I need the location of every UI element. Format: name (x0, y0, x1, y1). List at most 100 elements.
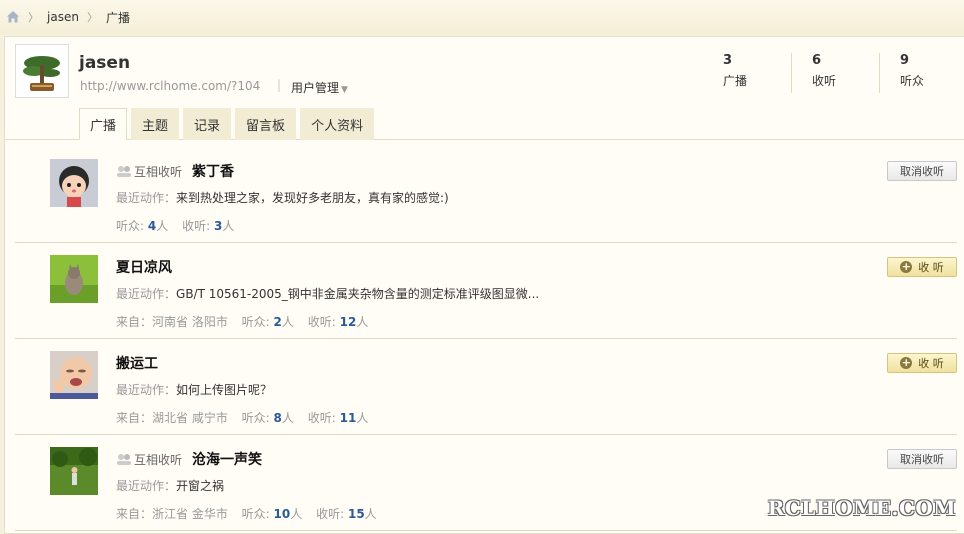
recent-action: 最近动作：开窗之祸 (116, 477, 224, 494)
unit-label: 人 (281, 315, 294, 329)
list-item: 搬运工 最近动作：如何上传图片呢？ 来自：湖北省 咸宁市 听众: 8人 收听: … (15, 339, 957, 435)
list-item: 互相收听 紫丁香 最近动作：来到热处理之家，发现好多老朋友，真有家的感觉:) 听… (15, 147, 957, 243)
user-name-link[interactable]: 夏日凉风 (116, 257, 172, 277)
recent-action-text[interactable]: 来到热处理之家，发现好多老朋友，真有家的感觉:) (176, 191, 449, 205)
profile-name: jasen (79, 53, 131, 73)
stat-following-count: 6 (812, 53, 822, 68)
user-name-link[interactable]: 搬运工 (116, 353, 158, 373)
user-manage-label: 用户管理 (291, 81, 340, 95)
following-label: 收听: (307, 315, 336, 329)
follow-button[interactable]: + 收 听 (887, 353, 957, 373)
following-count[interactable]: 15 (348, 507, 365, 521)
recent-action-label: 最近动作： (116, 287, 177, 301)
unfollow-button[interactable]: 取消收听 (887, 449, 957, 469)
user-manage-dropdown[interactable]: 用户管理 ▼ (291, 79, 348, 96)
following-count[interactable]: 11 (340, 411, 357, 425)
profile-tabs: 广播 主题 记录 留言板 个人资料 (79, 108, 378, 140)
user-meta: 来自：河南省 洛阳市 听众: 2人 收听: 12人 (116, 313, 368, 330)
tab-broadcast[interactable]: 广播 (79, 108, 128, 140)
unit-label: 人 (356, 315, 369, 329)
user-meta: 来自：浙江省 金华市 听众: 10人 收听: 15人 (116, 505, 377, 522)
avatar[interactable] (50, 255, 98, 303)
watermark: RCLHOME.COM (767, 496, 956, 520)
following-label: 收听: (316, 507, 345, 521)
chevron-right-icon: 〉 (86, 11, 98, 24)
cat-avatar-image (50, 255, 98, 303)
follow-button-label: 收 听 (918, 357, 944, 370)
from-label: 来自： (116, 315, 153, 329)
name-line: 搬运工 (116, 353, 158, 373)
unit-label: 人 (356, 411, 369, 425)
from-location: 河南省 洛阳市 (152, 315, 228, 329)
from-location: 浙江省 金华市 (152, 507, 228, 521)
unfollow-button[interactable]: 取消收听 (887, 161, 957, 181)
unit-label: 人 (222, 219, 235, 233)
listeners-count[interactable]: 10 (274, 507, 291, 521)
profile-url[interactable]: http://www.rclhome.com/?104 (80, 79, 260, 93)
recent-action: 最近动作：如何上传图片呢？ (116, 381, 272, 398)
recent-action-text[interactable]: 如何上传图片呢？ (176, 383, 272, 397)
following-count[interactable]: 12 (340, 315, 357, 329)
profile-panel: jasen http://www.rclhome.com/?104 | 用户管理… (4, 36, 964, 534)
user-name-link[interactable]: 沧海一声笑 (192, 449, 262, 469)
unit-label: 人 (364, 507, 377, 521)
avatar[interactable] (50, 351, 98, 399)
listeners-count[interactable]: 2 (274, 315, 282, 329)
cartoon-girl-avatar-image (50, 159, 98, 207)
listeners-label: 听众: (241, 411, 270, 425)
recent-action: 最近动作：GB/T 10561-2005_钢中非金属夹杂物含量的测定标准评级图显… (116, 285, 539, 302)
listeners-count[interactable]: 8 (274, 411, 282, 425)
listeners-label: 听众: (241, 507, 270, 521)
recent-action-text[interactable]: 开窗之祸 (176, 479, 224, 493)
crying-baby-avatar-image (50, 351, 98, 399)
follow-button[interactable]: + 收 听 (887, 257, 957, 277)
recent-action-label: 最近动作： (116, 383, 177, 397)
stat-broadcast-label: 广播 (723, 74, 748, 88)
breadcrumb: 〉 jasen 〉 广播 (0, 0, 964, 34)
name-line: 夏日凉风 (116, 257, 172, 277)
stat-broadcast[interactable]: 3 广播 (703, 53, 791, 93)
recent-action-label: 最近动作： (116, 191, 177, 205)
avatar[interactable] (50, 159, 98, 207)
tab-records[interactable]: 记录 (183, 108, 232, 140)
plus-icon: + (900, 356, 913, 369)
list-item: 夏日凉风 最近动作：GB/T 10561-2005_钢中非金属夹杂物含量的测定标… (15, 243, 957, 339)
from-location: 湖北省 咸宁市 (152, 411, 228, 425)
home-icon[interactable] (6, 10, 20, 24)
recent-action-label: 最近动作： (116, 479, 177, 493)
unit-label: 人 (281, 411, 294, 425)
listeners-label: 听众: (116, 219, 145, 233)
breadcrumb-user[interactable]: jasen (47, 10, 79, 24)
following-list: 互相收听 紫丁香 最近动作：来到热处理之家，发现好多老朋友，真有家的感觉:) 听… (15, 147, 957, 531)
avatar[interactable] (50, 447, 98, 495)
following-label: 收听: (307, 411, 336, 425)
tab-guestbook[interactable]: 留言板 (235, 108, 297, 140)
profile-stats: 3 广播 6 收听 9 听众 (703, 53, 964, 93)
following-label: 收听: (182, 219, 211, 233)
stat-following[interactable]: 6 收听 (791, 53, 879, 93)
stat-listeners-count: 9 (900, 53, 910, 68)
stat-broadcast-count: 3 (723, 53, 733, 68)
mutual-follow-icon (116, 453, 132, 465)
mutual-follow-icon (116, 165, 132, 177)
tab-profile-info[interactable]: 个人资料 (300, 108, 375, 140)
bonsai-avatar-image (18, 47, 66, 95)
stat-listeners[interactable]: 9 听众 (879, 53, 964, 93)
stat-listeners-label: 听众 (900, 74, 925, 88)
divider: | (277, 78, 282, 92)
listeners-count[interactable]: 4 (148, 219, 156, 233)
recent-action-text[interactable]: GB/T 10561-2005_钢中非金属夹杂物含量的测定标准评级图显微... (176, 287, 539, 301)
avatar[interactable] (15, 44, 69, 98)
name-line: 互相收听 紫丁香 (116, 161, 234, 181)
mutual-follow-label: 互相收听 (134, 452, 183, 467)
breadcrumb-current: 广播 (105, 10, 130, 25)
name-line: 互相收听 沧海一声笑 (116, 449, 262, 469)
tab-topics[interactable]: 主题 (131, 108, 180, 140)
user-name-link[interactable]: 紫丁香 (192, 161, 234, 181)
stat-following-label: 收听 (812, 74, 837, 88)
unit-label: 人 (290, 507, 303, 521)
follow-button-label: 收 听 (918, 261, 944, 274)
listeners-label: 听众: (241, 315, 270, 329)
user-meta: 来自：湖北省 咸宁市 听众: 8人 收听: 11人 (116, 409, 368, 426)
caret-down-icon: ▼ (341, 85, 348, 95)
